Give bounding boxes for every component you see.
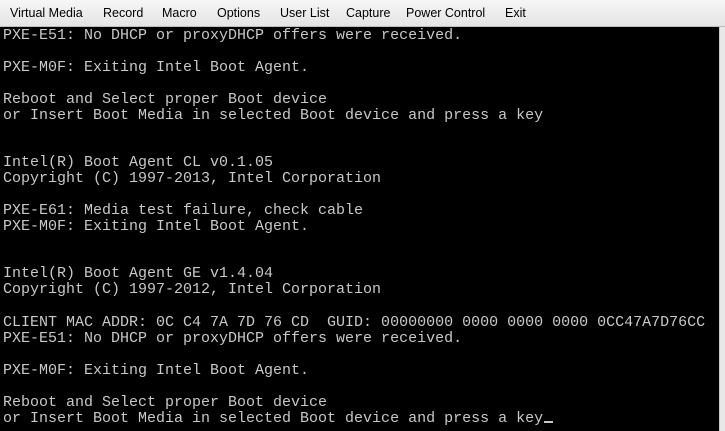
menu-capture[interactable]: Capture — [346, 6, 390, 20]
console-line: PXE-M0F: Exiting Intel Boot Agent. — [3, 362, 310, 379]
console-line: Intel(R) Boot Agent GE v1.4.04 — [3, 265, 274, 282]
console-line: Copyright (C) 1997-2013, Intel Corporati… — [3, 170, 382, 187]
console-line: Reboot and Select proper Boot device — [3, 91, 328, 108]
text-cursor — [544, 421, 554, 423]
menu-record[interactable]: Record — [103, 6, 143, 20]
console-line-text: or Insert Boot Media in selected Boot de… — [3, 410, 544, 427]
console-line: PXE-M0F: Exiting Intel Boot Agent. — [3, 59, 310, 76]
console-line: Copyright (C) 1997-2012, Intel Corporati… — [3, 281, 382, 298]
console-line: PXE-M0F: Exiting Intel Boot Agent. — [3, 218, 310, 235]
kvm-console-window: Virtual Media Record Macro Options User … — [0, 0, 725, 431]
console-line: Intel(R) Boot Agent CL v0.1.05 — [3, 154, 274, 171]
menu-power-control[interactable]: Power Control — [406, 6, 485, 20]
console-line: or Insert Boot Media in selected Boot de… — [3, 107, 544, 124]
vertical-scrollbar[interactable] — [719, 27, 725, 431]
console-line: PXE-E51: No DHCP or proxyDHCP offers wer… — [3, 330, 463, 347]
menu-macro[interactable]: Macro — [162, 6, 197, 20]
console-line: PXE-E51: No DHCP or proxyDHCP offers wer… — [3, 27, 463, 44]
menu-user-list[interactable]: User List — [280, 6, 329, 20]
menu-virtual-media[interactable]: Virtual Media — [10, 6, 83, 20]
console-last-line: or Insert Boot Media in selected Boot de… — [3, 410, 554, 427]
console-line: CLIENT MAC ADDR: 0C C4 7A 7D 76 CD GUID:… — [3, 314, 706, 331]
remote-console-screen[interactable]: PXE-E51: No DHCP or proxyDHCP offers wer… — [0, 27, 719, 431]
console-line: PXE-E61: Media test failure, check cable — [3, 202, 364, 219]
console-line: Reboot and Select proper Boot device — [3, 394, 328, 411]
menu-bar: Virtual Media Record Macro Options User … — [0, 0, 725, 27]
menu-exit[interactable]: Exit — [505, 6, 526, 20]
menu-options[interactable]: Options — [217, 6, 260, 20]
